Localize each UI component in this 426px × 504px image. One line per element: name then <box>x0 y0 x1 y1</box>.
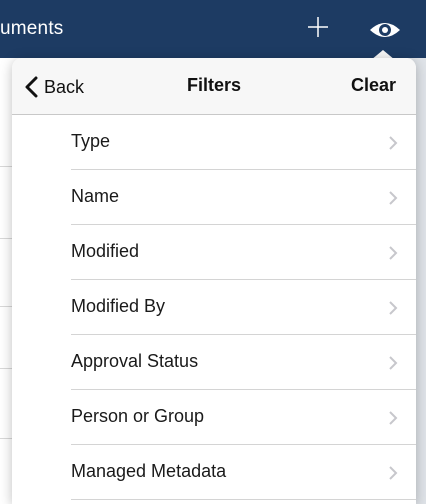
chevron-right-icon <box>388 465 398 481</box>
app-header: uments <box>0 0 426 58</box>
filter-list: Type Name Modified Modified By Approval … <box>12 115 416 500</box>
chevron-right-icon <box>388 245 398 261</box>
filter-item-label: Type <box>71 131 111 151</box>
filter-item-label: Name <box>71 186 120 206</box>
filter-item-label: Managed Metadata <box>71 461 227 481</box>
filter-item-label: Person or Group <box>71 406 205 426</box>
popover-nav-bar: Back Filters Clear <box>12 58 416 115</box>
filter-item-managed-metadata[interactable]: Managed Metadata <box>12 445 416 500</box>
filter-item-label: Modified <box>71 241 140 261</box>
filter-item-modified[interactable]: Modified <box>12 225 416 280</box>
chevron-right-icon <box>388 135 398 151</box>
filter-item-approval-status[interactable]: Approval Status <box>12 335 416 390</box>
app-title: uments <box>0 18 64 39</box>
clear-button[interactable]: Clear <box>351 75 396 96</box>
filter-item-name[interactable]: Name <box>12 170 416 225</box>
plus-icon[interactable] <box>307 16 329 38</box>
filter-item-modified-by[interactable]: Modified By <box>12 280 416 335</box>
chevron-right-icon <box>388 355 398 371</box>
chevron-right-icon <box>388 190 398 206</box>
filter-item-person-or-group[interactable]: Person or Group <box>12 390 416 445</box>
chevron-right-icon <box>388 410 398 426</box>
chevron-right-icon <box>388 300 398 316</box>
filter-item-label: Modified By <box>71 296 166 316</box>
filter-item-label: Approval Status <box>71 351 199 371</box>
eye-icon[interactable] <box>368 18 402 42</box>
row-separator <box>71 499 416 500</box>
filter-item-type[interactable]: Type <box>12 115 416 170</box>
filters-popover: Back Filters Clear Type Name Modified Mo… <box>12 58 416 504</box>
